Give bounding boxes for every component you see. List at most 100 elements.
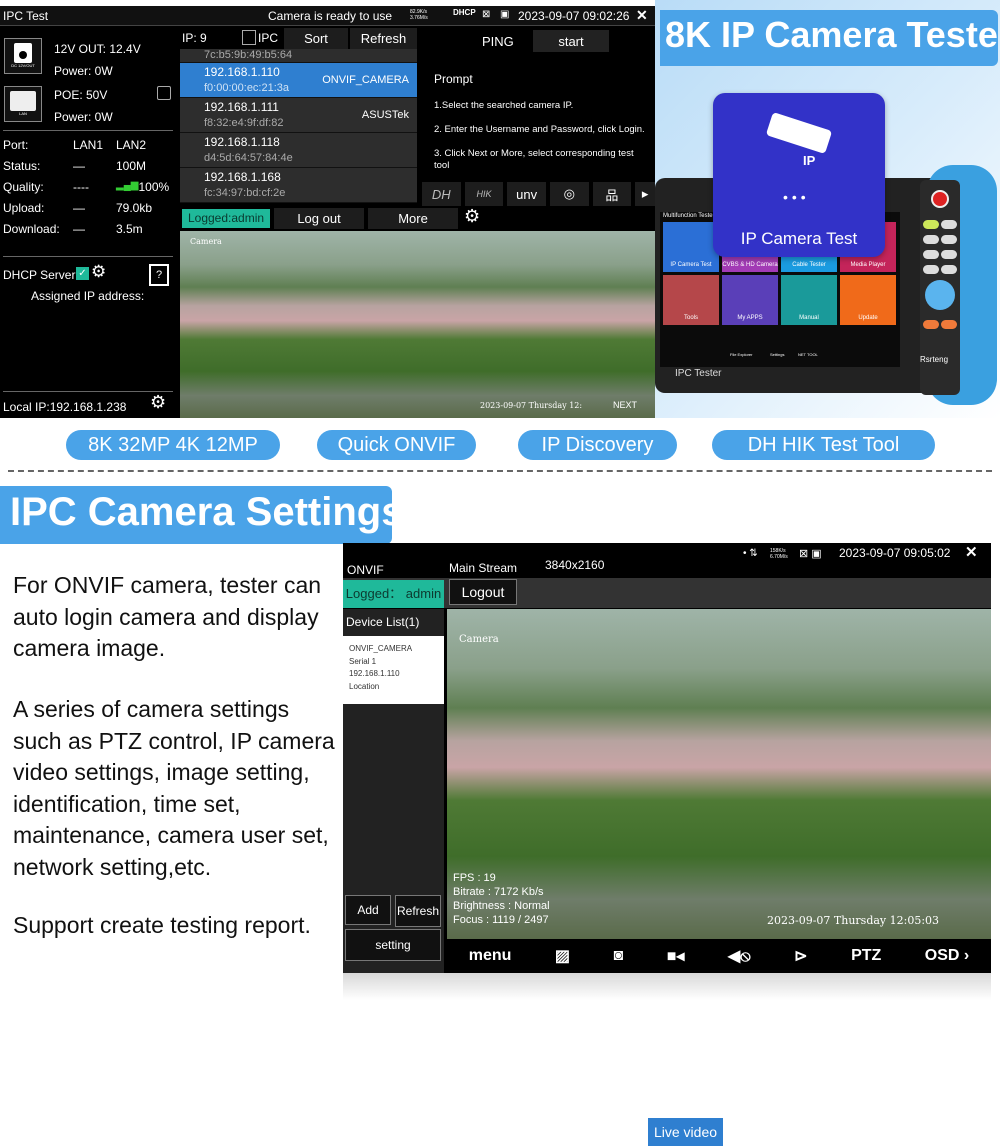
app-tile-label: IP Camera Test (740, 229, 858, 248)
network-topology-icon[interactable]: 品 (592, 182, 632, 206)
datetime: 2023-09-07 09:02:26 (518, 9, 630, 23)
device-list-title: Device List(1) (346, 615, 420, 629)
menu-button[interactable]: menu (469, 947, 512, 965)
logout-button[interactable]: Logout (449, 579, 517, 605)
device-row[interactable]: 192.168.1.168 fc:34:97:bd:cf:2e (180, 168, 417, 203)
unv-tool-button[interactable]: unv (507, 182, 546, 206)
feature-pill: Quick ONVIF (317, 430, 476, 460)
table-row: Status: —100M (3, 159, 147, 173)
ipc-checkbox[interactable] (242, 30, 256, 45)
tab-video-set[interactable]: Video Set (811, 1118, 891, 1146)
device-sidebar: Device List(1) ONVIF_CAMERA Serial 1 192.1… (343, 609, 444, 973)
logout-button[interactable]: Log out (274, 208, 364, 229)
description-paragraph: A series of camera settings such as PTZ … (13, 696, 335, 880)
dpad (925, 280, 955, 310)
ping-label: PING (482, 34, 514, 49)
refresh-button[interactable]: Refresh (395, 895, 441, 927)
gear-icon[interactable]: ⚙ (464, 206, 480, 227)
help-icon[interactable]: ? (149, 264, 169, 286)
globe-icon[interactable]: ◎ (549, 182, 589, 206)
app-title: IPC Test (3, 9, 49, 23)
device-list-header: IP: 9 IPC Sort Refresh (180, 28, 417, 49)
power-button (931, 190, 949, 208)
tile-ip-camera-test: IP Camera Test (663, 222, 719, 272)
more-tools-icon[interactable]: ▸ (635, 182, 656, 206)
network-status-icon: ⊠ (482, 9, 491, 20)
dhcp-server-label: DHCP Server: (3, 268, 79, 282)
logged-badge: Logged： admin (343, 580, 444, 608)
feature-pill: IP Discovery (518, 430, 677, 460)
dc-out-power: Power: 0W (54, 64, 113, 78)
table-row: Quality: ---- ▂▄▆ 100% (3, 180, 173, 201)
dh-tool-button[interactable]: DH (422, 182, 461, 206)
dc-out-voltage: 12V OUT: 12.4V (54, 42, 141, 56)
poe-checkbox[interactable] (157, 86, 171, 100)
gear-icon[interactable]: ⚙ (150, 392, 166, 413)
partial-row[interactable]: 7c:b5:9b:49:b5:64 (180, 49, 417, 63)
prompt-title: Prompt (434, 72, 473, 86)
brand-toolbar: DH HIK unv ◎ 品 ▸ (422, 182, 656, 206)
mute-icon[interactable]: ◀⦸ (728, 946, 751, 966)
table-row: Download: —3.5m (3, 222, 143, 236)
network-status-icon: ⊠ ▣ (799, 548, 822, 560)
close-icon[interactable]: ✕ (636, 7, 648, 24)
dhcp-server-checkbox[interactable]: ✓ (76, 267, 89, 280)
more-button[interactable]: More (368, 208, 458, 229)
section-title: IPC Camera Settings (10, 490, 404, 534)
live-video[interactable]: Camera FPS : 19 Bitrate : 7172 Kb/s Bright… (447, 609, 991, 939)
gear-icon[interactable]: ⚙ (91, 262, 106, 282)
feature-pill: 8K 32MP 4K 12MP (66, 430, 280, 460)
ping-start-button[interactable]: start (533, 30, 609, 52)
screen-reflection (343, 973, 991, 1000)
tab-live-video[interactable]: Live video (648, 1118, 723, 1146)
image-icon[interactable]: ▨ (555, 946, 570, 966)
setting-button[interactable]: setting (345, 929, 441, 961)
dock-net-tool: NET TOOL (798, 352, 818, 357)
tab-time-set[interactable]: Time Set (899, 1118, 979, 1146)
dock-settings: Settings (770, 352, 785, 357)
dots-icon: ••• (783, 189, 810, 205)
keypad: Rsrteng (920, 180, 960, 395)
dashed-divider (8, 470, 992, 472)
poe-voltage: POE: 50V (54, 88, 108, 102)
ptz-button[interactable]: PTZ (851, 947, 881, 965)
description-paragraph: Support create testing report. (13, 912, 311, 938)
next-button[interactable]: NEXT (613, 400, 637, 410)
logged-badge: Logged:admin (182, 209, 270, 228)
partial-row-mac: 7c:b5:9b:49:b5:64 (204, 49, 293, 61)
play-icon[interactable]: ⊳ (794, 946, 807, 966)
tile-manual: Manual (781, 275, 837, 325)
product-panel: 8K IP Camera Tester Rsrteng Multifunctio… (655, 0, 1000, 418)
stream-label: Main Stream (449, 561, 518, 575)
add-button[interactable]: Add (345, 895, 391, 925)
camera-snapshot-icon[interactable]: ◙ (614, 947, 624, 965)
tile-update: Update (840, 275, 896, 325)
refresh-button[interactable]: Refresh (350, 28, 417, 49)
port-table: Port: LAN1 LAN2 Status: —100M Quality: ---- ▂… (3, 138, 173, 243)
video-record-icon[interactable]: ■◂ (667, 946, 685, 966)
sort-button[interactable]: Sort (284, 28, 348, 49)
divider (3, 256, 173, 257)
assigned-ip-label: Assigned IP address: (31, 289, 145, 303)
device-row[interactable]: 192.168.1.110 f0:00:00:ec:21:3a ONVIF_CAME… (180, 63, 417, 98)
dc-out-icon: DC 12V/OUT (4, 38, 42, 74)
bottom-toolbar: menu ▨ ◙ ■◂ ◀⦸ ⊳ PTZ OSD › (447, 939, 991, 973)
device-row[interactable]: 192.168.1.118 d4:5d:64:57:84:4e (180, 133, 417, 168)
osd-timestamp: 2023-09-07 Thursday 12: (480, 401, 583, 410)
table-row: Upload: —79.0kb (3, 201, 153, 215)
onvif-screen: ONVIF Main Stream 3840x2160 • ⇅ 158K/s 6… (343, 543, 991, 1146)
device-card[interactable]: ONVIF_CAMERA Serial 1 192.168.1.110 Locatio… (343, 636, 444, 704)
osd-button[interactable]: OSD › (925, 947, 969, 965)
net-rate: 82.9K/s 3.76M/s (410, 9, 428, 21)
device-row[interactable]: 192.168.1.111 f8:32:e4:9f:df:82 ASUSTek (180, 98, 417, 133)
close-icon[interactable]: ✕ (965, 543, 978, 561)
dhcp-indicator: DHCP (453, 8, 476, 17)
hik-tool-button[interactable]: HIK (464, 182, 504, 206)
camera-preview[interactable]: Camera 2023-09-07 Thursday 12: NEXT (180, 231, 655, 418)
tab-modify-ip[interactable]: Modify IP (727, 1118, 807, 1146)
ipc-filter-label: IPC (258, 31, 279, 45)
signal-icon: ▂▄▆ (116, 180, 139, 191)
camera-label: Camera (190, 237, 222, 246)
dock-file-explorer: File Explorer (730, 352, 753, 357)
usb-icon: • ⇅ (743, 548, 758, 559)
